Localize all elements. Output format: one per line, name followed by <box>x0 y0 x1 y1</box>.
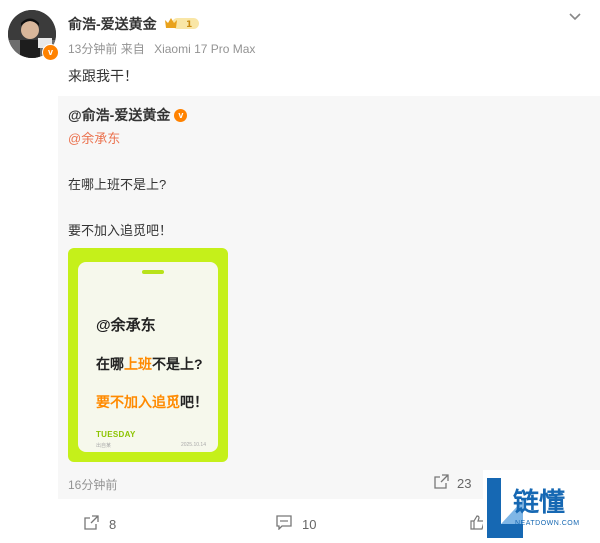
original-author[interactable]: @俞浩-爱送黄金 v <box>68 105 188 125</box>
author-name[interactable]: 俞浩-爱送黄金 <box>68 14 157 34</box>
image-line3: 要不加入追觅吧！ <box>96 394 208 410</box>
post-time[interactable]: 13分钟前 <box>68 42 117 56</box>
repost-container: @俞浩-爱送黄金 v @余承东 在哪上班不是上? 要不加入追觅吧！ @余承东 在… <box>58 96 600 499</box>
original-share-button[interactable]: 23 <box>434 474 471 492</box>
watermark-text: 链懂 <box>513 488 566 518</box>
image-small-text: 出自某 <box>96 443 112 449</box>
share-icon <box>434 474 449 492</box>
chevron-down-icon[interactable] <box>568 10 582 29</box>
image-hook <box>142 270 164 274</box>
image-title: @余承东 <box>96 317 156 334</box>
original-post-time[interactable]: 16分钟前 <box>68 476 117 493</box>
device-source[interactable]: Xiaomi 17 Pro Max <box>154 42 255 56</box>
share-button[interactable]: 8 <box>84 515 116 533</box>
original-share-count: 23 <box>457 475 472 491</box>
image-date: 2025.10.14 <box>180 442 206 448</box>
original-author-name[interactable]: @俞浩-爱送黄金 <box>68 105 170 125</box>
share-icon <box>84 515 99 533</box>
comment-button[interactable]: 10 <box>276 515 316 533</box>
verified-icon: v <box>174 108 188 122</box>
comment-icon <box>276 515 292 533</box>
repost-text-line1: 在哪上班不是上? <box>68 177 167 192</box>
source-prefix: 来自 <box>120 42 145 56</box>
verified-icon: v <box>42 44 59 61</box>
vip-level: 1 <box>186 20 192 30</box>
post-text: 来跟我干！ <box>68 68 138 84</box>
vip-crown-icon[interactable]: 1 <box>164 16 200 31</box>
image-card-inner: @余承东 在哪上班不是上? 要不加入追觅吧！ TUESDAY 出自某 2025.… <box>78 262 218 452</box>
comment-count: 10 <box>302 516 317 532</box>
image-day: TUESDAY <box>96 430 136 439</box>
watermark-subtext: NEATDOWN.COM <box>515 520 580 527</box>
mention-link[interactable]: @余承东 <box>68 128 120 147</box>
share-count: 8 <box>109 516 117 532</box>
post-meta: 13分钟前 来自 Xiaomi 17 Pro Max <box>68 40 255 57</box>
repost-text-line2: 要不加入追觅吧！ <box>68 223 173 238</box>
site-watermark-logo: 链懂 NEATDOWN.COM <box>483 470 600 543</box>
post-image[interactable]: @余承东 在哪上班不是上? 要不加入追觅吧！ TUESDAY 出自某 2025.… <box>68 248 228 462</box>
image-line2: 在哪上班不是上? <box>96 356 203 372</box>
